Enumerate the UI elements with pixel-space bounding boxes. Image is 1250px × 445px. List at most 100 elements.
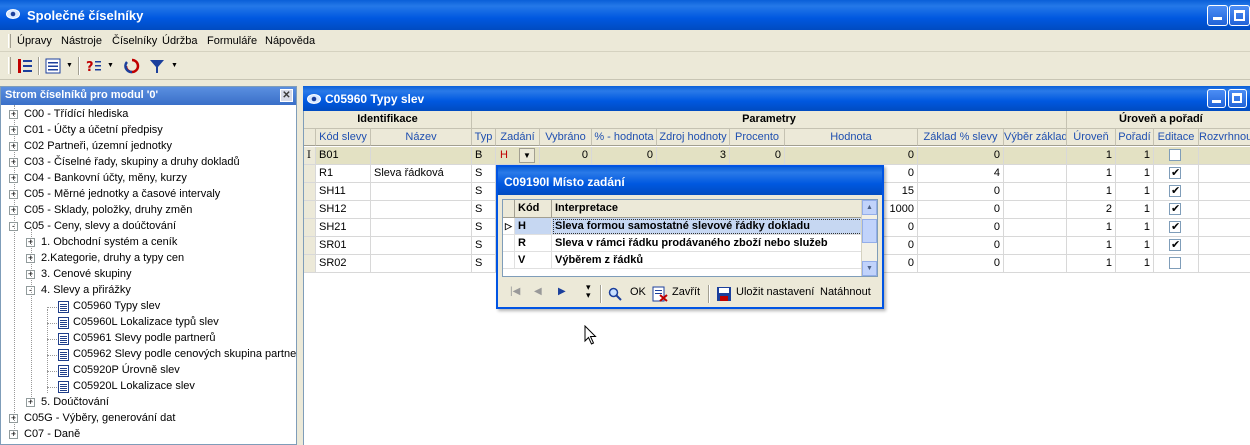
editace-cell[interactable] [1154, 165, 1199, 183]
close-doc-icon[interactable] [652, 286, 668, 302]
vyber-cell[interactable] [1004, 237, 1067, 255]
kod-cell[interactable]: SR01 [316, 237, 371, 255]
editace-cell[interactable] [1154, 237, 1199, 255]
tree-item[interactable]: C05920P Úrovně slev [1, 363, 294, 379]
rozvrhnout-cell[interactable] [1199, 201, 1250, 219]
kod-cell[interactable]: B01 [316, 147, 371, 165]
typ-cell[interactable]: S [472, 255, 496, 273]
poradi-cell[interactable]: 1 [1116, 183, 1154, 201]
tree-item[interactable]: + C05 - Měrné jednotky a časové intervaly [1, 187, 294, 203]
editace-checkbox[interactable] [1169, 237, 1181, 254]
tree-item[interactable]: C05961 Slevy podle partnerů [1, 331, 294, 347]
tree-item[interactable]: + C07 - Daně [1, 427, 294, 443]
rozvrhnout-cell[interactable] [1199, 165, 1250, 183]
zaklad-cell[interactable]: 0 [918, 219, 1004, 237]
kod-cell[interactable]: R1 [316, 165, 371, 183]
nazev-cell[interactable] [371, 237, 472, 255]
maximize-button[interactable] [1229, 5, 1250, 26]
tree-item[interactable]: + C01 - Účty a účetní předpisy [1, 123, 294, 139]
zaklad-cell[interactable]: 0 [918, 183, 1004, 201]
scroll-thumb[interactable] [862, 219, 877, 243]
list-icon[interactable] [44, 57, 62, 75]
typ-cell[interactable]: S [472, 165, 496, 183]
nazev-cell[interactable] [371, 183, 472, 201]
column-header[interactable]: Zdroj hodnoty [657, 129, 730, 146]
popup-scrollbar[interactable]: ▲ ▼ [861, 200, 877, 276]
menu-nastroje[interactable]: Nástroje [61, 35, 102, 47]
kod-cell[interactable]: SH21 [316, 219, 371, 237]
editace-cell[interactable] [1154, 255, 1199, 273]
column-header[interactable]: Kód slevy [316, 129, 371, 146]
chevron-down-icon[interactable]: ▼ [519, 148, 535, 163]
more-options-icon[interactable]: ▾ ▾ [586, 283, 591, 300]
popup-row-kod[interactable]: V [515, 252, 552, 269]
poradi-cell[interactable]: 1 [1116, 147, 1154, 165]
editace-cell[interactable] [1154, 219, 1199, 237]
nazev-cell[interactable] [371, 147, 472, 165]
column-header[interactable]: Základ % slevy [918, 129, 1004, 146]
pull-button[interactable]: Natáhnout [820, 286, 871, 298]
column-header[interactable]: % - hodnota [592, 129, 657, 146]
tree-item[interactable]: +5. Doúčtování [1, 395, 294, 411]
refresh-icon[interactable] [123, 57, 141, 75]
search-icon[interactable] [608, 287, 622, 301]
first-record-icon[interactable]: |◀ [510, 286, 520, 297]
tree-item[interactable]: + C03 - Číselné řady, skupiny a druhy dok… [1, 155, 294, 171]
editace-checkbox[interactable] [1169, 183, 1181, 200]
popup-row-text[interactable]: Sleva v rámci řádku prodávaného zboží ne… [552, 235, 863, 252]
menu-formulare[interactable]: Formuláře [207, 35, 257, 47]
menu-napoveda[interactable]: Nápověda [265, 35, 315, 47]
editace-cell[interactable] [1154, 147, 1199, 165]
tree-item[interactable]: C05920L Lokalizace slev [1, 379, 294, 395]
vyber-cell[interactable] [1004, 219, 1067, 237]
column-header[interactable]: Procento [730, 129, 785, 146]
typ-cell[interactable]: S [472, 183, 496, 201]
popup-row-kod[interactable]: H [515, 218, 552, 235]
nazev-cell[interactable] [371, 201, 472, 219]
vyber-cell[interactable] [1004, 147, 1067, 165]
column-header[interactable]: Úroveň [1067, 129, 1116, 146]
menu-udrzba[interactable]: Údržba [162, 35, 197, 47]
vyber-cell[interactable] [1004, 183, 1067, 201]
tree-item[interactable]: + C05 - Sklady, položky, druhy změn [1, 203, 294, 219]
column-header[interactable]: Název [371, 129, 472, 146]
popup-row-text[interactable]: Sleva formou samostatné slevové řádky do… [552, 218, 863, 235]
phodnota-cell[interactable]: 0 [592, 147, 657, 165]
rozvrhnout-cell[interactable] [1199, 255, 1250, 273]
procento-cell[interactable]: 0 [730, 147, 785, 165]
typ-cell[interactable]: S [472, 219, 496, 237]
zaklad-cell[interactable]: 0 [918, 237, 1004, 255]
poradi-cell[interactable]: 1 [1116, 237, 1154, 255]
nazev-cell[interactable] [371, 255, 472, 273]
prev-record-icon[interactable]: ◀ [534, 286, 542, 297]
kod-cell[interactable]: SR02 [316, 255, 371, 273]
zaklad-cell[interactable]: 4 [918, 165, 1004, 183]
poradi-cell[interactable]: 1 [1116, 255, 1154, 273]
typ-cell[interactable]: B [472, 147, 496, 165]
tree-item[interactable]: +3. Cenové skupiny [1, 267, 294, 283]
uroven-cell[interactable]: 1 [1067, 237, 1116, 255]
vybrano-cell[interactable]: 0 [540, 147, 592, 165]
help-query-icon[interactable]: ? [85, 57, 103, 75]
scroll-down-icon[interactable]: ▼ [862, 261, 877, 276]
typ-cell[interactable]: S [472, 201, 496, 219]
vyber-cell[interactable] [1004, 201, 1067, 219]
tree-item[interactable]: +1. Obchodní systém a ceník [1, 235, 294, 251]
poradi-cell[interactable]: 1 [1116, 201, 1154, 219]
column-header[interactable]: Rozvrhnout [1199, 129, 1250, 146]
scroll-up-icon[interactable]: ▲ [862, 200, 877, 215]
tree-icon[interactable] [16, 57, 34, 75]
editace-checkbox[interactable] [1169, 257, 1181, 269]
zadani-dropdown[interactable]: H ▼ [496, 147, 540, 165]
uroven-cell[interactable]: 1 [1067, 255, 1116, 273]
poradi-cell[interactable]: 1 [1116, 219, 1154, 237]
column-header[interactable]: Hodnota [785, 129, 918, 146]
vyber-cell[interactable] [1004, 165, 1067, 183]
tree-item[interactable]: -4. Slevy a přirážky [1, 283, 294, 299]
tree-item[interactable]: + C00 - Třídící hlediska [1, 107, 294, 123]
menu-upravy[interactable]: Úpravy [17, 35, 52, 47]
zaklad-cell[interactable]: 0 [918, 147, 1004, 165]
editace-cell[interactable] [1154, 183, 1199, 201]
editace-checkbox[interactable] [1169, 149, 1181, 161]
kod-cell[interactable]: SH12 [316, 201, 371, 219]
